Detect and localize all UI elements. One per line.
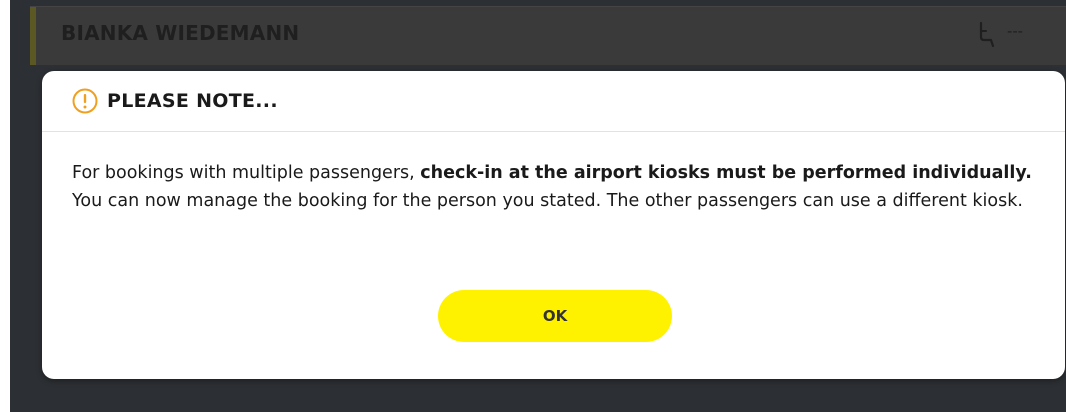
passenger-row-accent <box>30 7 36 65</box>
seat-icon <box>977 21 995 48</box>
message-bold-text: check-in at the airport kiosks must be p… <box>420 163 1032 183</box>
message-text: For bookings with multiple passengers, <box>72 163 421 183</box>
dialog-header: PLEASE NOTE... <box>42 71 1065 132</box>
background-screen: BIANKA WIEDEMANN --- PLEASE NOTE... For … <box>10 0 1066 412</box>
message-text-continued: You can now manage the booking for the p… <box>72 191 1023 211</box>
passenger-row[interactable]: BIANKA WIEDEMANN --- <box>30 6 1066 65</box>
dialog-title: PLEASE NOTE... <box>107 90 278 112</box>
dialog-message: For bookings with multiple passengers, c… <box>72 159 1042 215</box>
seat-value: --- <box>1007 23 1023 40</box>
passenger-name: BIANKA WIEDEMANN <box>61 21 300 45</box>
warning-circle-icon <box>72 88 98 114</box>
ok-button[interactable]: OK <box>438 290 672 342</box>
please-note-dialog: PLEASE NOTE... For bookings with multipl… <box>42 71 1065 379</box>
